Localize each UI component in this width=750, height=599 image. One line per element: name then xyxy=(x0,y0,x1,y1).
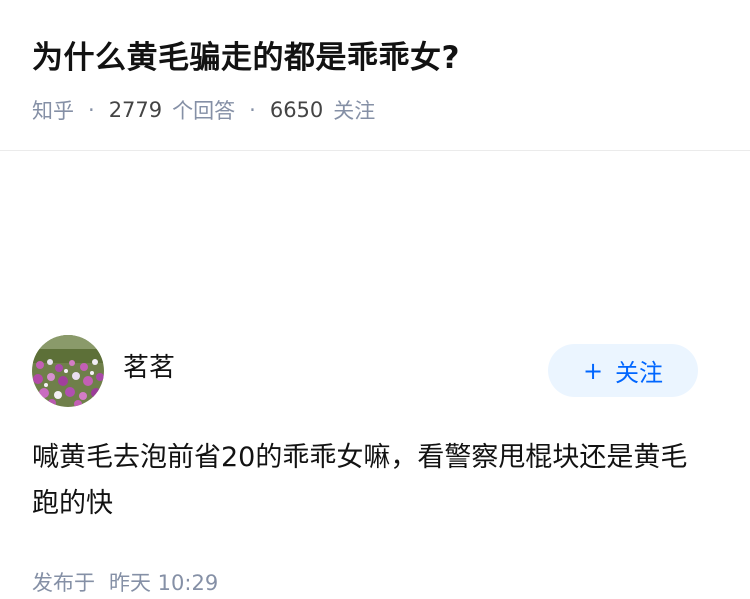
answer-content: 喊黄毛去泡前省20的乖乖女嘛，看警察甩棍块还是黄毛跑的快 xyxy=(32,442,688,519)
answers-label[interactable]: 个回答 xyxy=(172,95,235,125)
published-label: 发布于 xyxy=(32,571,95,595)
source-label[interactable]: 知乎 xyxy=(32,95,74,125)
answers-count: 2779 xyxy=(108,98,163,122)
answer-timestamp: 发布于 昨天 10:29 xyxy=(32,567,218,599)
author-name[interactable]: 茗茗 xyxy=(123,350,175,386)
separator-dot: · xyxy=(88,98,95,122)
published-time: 昨天 10:29 xyxy=(109,571,219,595)
separator-dot: · xyxy=(249,98,256,122)
question-header: 为什么黄毛骗走的都是乖乖女? 知乎 · 2779 个回答 · 6650 关注 xyxy=(0,0,750,151)
question-meta: 知乎 · 2779 个回答 · 6650 关注 xyxy=(32,94,375,126)
followers-count: 6650 xyxy=(269,98,324,122)
follow-button[interactable]: + 关注 xyxy=(548,344,698,397)
follow-button-label: 关注 xyxy=(615,359,664,387)
plus-icon: + xyxy=(582,356,604,385)
question-title[interactable]: 为什么黄毛骗走的都是乖乖女? xyxy=(32,36,460,80)
avatar-flowers-image xyxy=(32,335,104,407)
followers-label[interactable]: 关注 xyxy=(333,95,375,125)
avatar[interactable] xyxy=(32,335,104,407)
